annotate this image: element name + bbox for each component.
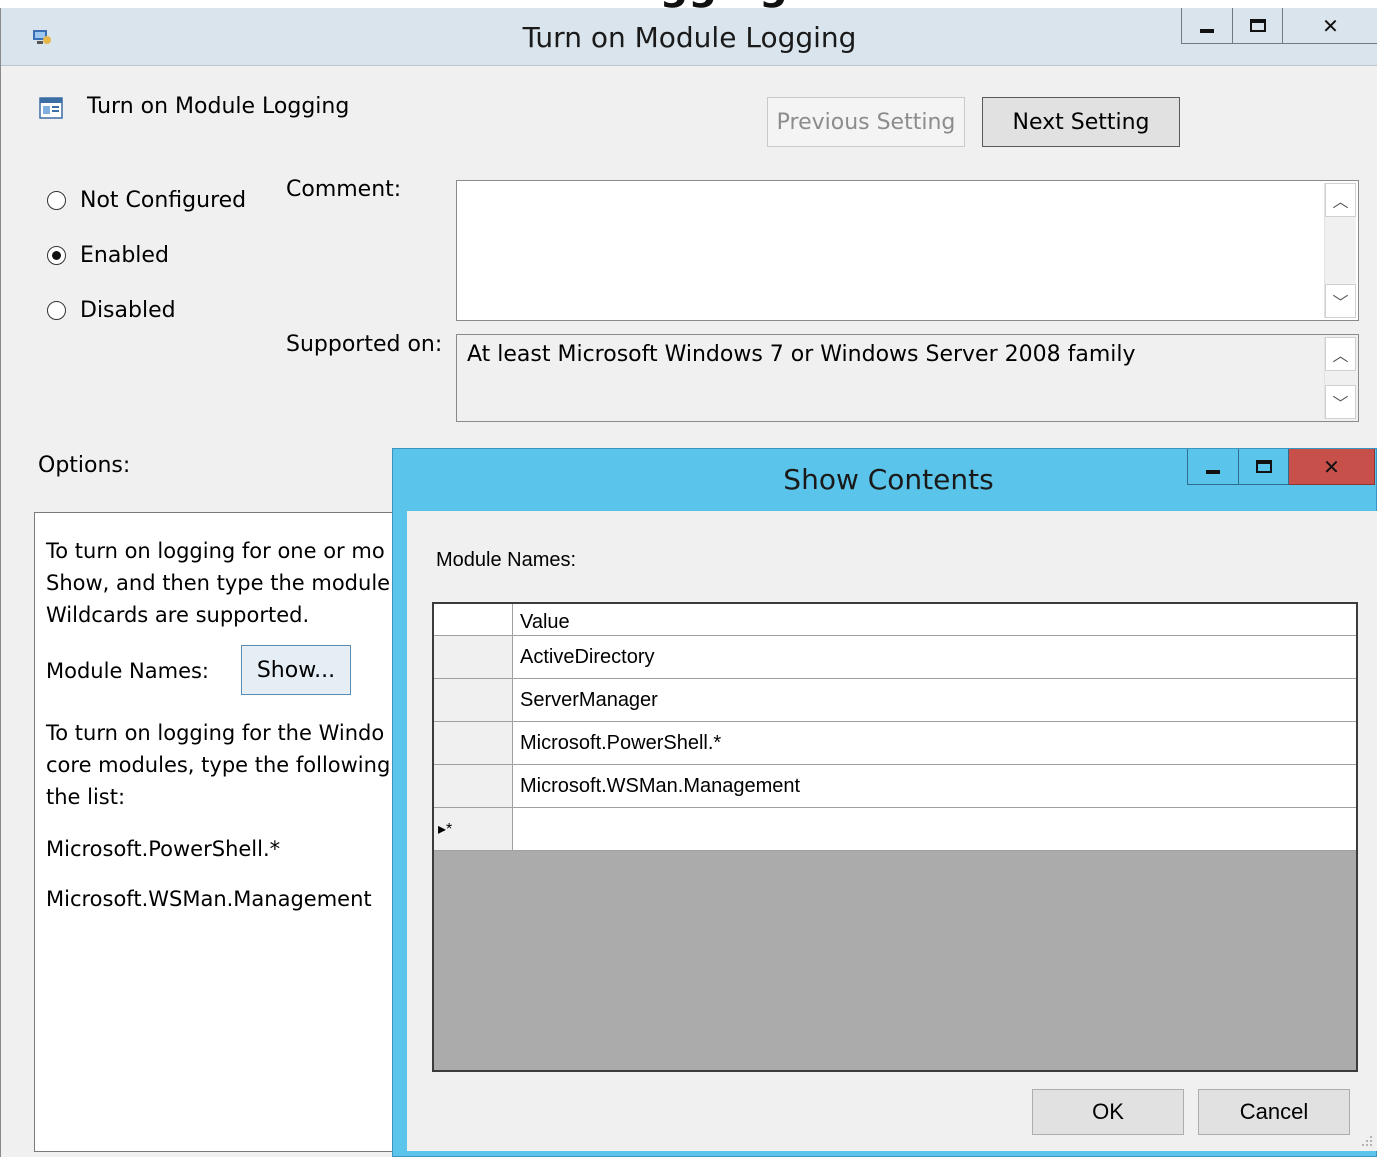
- options-panel: To turn on logging for one or mo Show, a…: [34, 512, 434, 1152]
- scroll-down-icon[interactable]: ﹀: [1325, 284, 1356, 318]
- close-icon: ✕: [1323, 454, 1340, 479]
- module-names-label: Module Names:: [46, 659, 210, 683]
- radio-not-configured[interactable]: Not Configured: [47, 188, 246, 213]
- supported-on-field: At least Microsoft Windows 7 or Windows …: [456, 334, 1359, 422]
- module-names-label: Module Names:: [436, 549, 577, 571]
- table-cell[interactable]: ActiveDirectory: [513, 636, 1356, 679]
- radio-label: Enabled: [80, 243, 169, 268]
- row-header[interactable]: [434, 636, 513, 679]
- options-text: To turn on logging for the Windo: [46, 721, 385, 745]
- supported-scrollbar[interactable]: ︿ ﹀: [1324, 337, 1356, 419]
- radio-label: Not Configured: [80, 188, 247, 213]
- row-header[interactable]: [434, 765, 513, 808]
- radio-circle[interactable]: [47, 191, 66, 210]
- resize-grip-icon[interactable]: [1361, 1135, 1373, 1147]
- main-titlebar[interactable]: Turn on Module Logging ✕: [1, 8, 1377, 66]
- new-row-marker[interactable]: ▸*: [434, 808, 513, 851]
- grid-header: Value: [434, 604, 1356, 636]
- scroll-up-icon[interactable]: ︿: [1325, 183, 1356, 217]
- module-names-grid[interactable]: Value ActiveDirectory ServerManager Micr…: [432, 602, 1358, 1072]
- dialog-maximize-button[interactable]: [1239, 449, 1289, 485]
- comment-scrollbar[interactable]: ︿ ﹀: [1324, 183, 1356, 318]
- policy-setting-icon: [39, 97, 63, 119]
- options-text: core modules, type the following: [46, 753, 391, 777]
- table-row[interactable]: Microsoft.WSMan.Management: [434, 765, 1356, 808]
- radio-disabled[interactable]: Disabled: [47, 298, 176, 323]
- table-row[interactable]: Microsoft.PowerShell.*: [434, 722, 1356, 765]
- previous-setting-button[interactable]: Previous Setting: [767, 97, 965, 147]
- new-row-cell[interactable]: [513, 808, 1356, 851]
- next-setting-button[interactable]: Next Setting: [982, 97, 1180, 147]
- close-button[interactable]: ✕: [1283, 8, 1377, 44]
- options-text: Microsoft.PowerShell.*: [46, 837, 281, 861]
- radio-enabled[interactable]: Enabled: [47, 243, 169, 268]
- comment-textarea[interactable]: ︿ ﹀: [456, 180, 1359, 321]
- supported-on-value: At least Microsoft Windows 7 or Windows …: [467, 342, 1136, 367]
- table-row[interactable]: ActiveDirectory: [434, 636, 1356, 679]
- scroll-down-icon[interactable]: ﹀: [1325, 385, 1356, 419]
- dialog-client-area: Module Names: Value ActiveDirectory Serv…: [407, 511, 1377, 1151]
- scroll-up-icon[interactable]: ︿: [1325, 337, 1356, 371]
- radio-label: Disabled: [80, 298, 176, 323]
- options-text: Show, and then type the module r: [46, 571, 406, 595]
- comment-label: Comment:: [286, 177, 402, 202]
- radio-circle[interactable]: [47, 246, 66, 265]
- options-label: Options:: [38, 453, 131, 478]
- setting-name: Turn on Module Logging: [87, 94, 350, 119]
- cancel-button[interactable]: Cancel: [1198, 1089, 1350, 1135]
- minimize-icon: [1200, 28, 1214, 33]
- maximize-icon: [1249, 19, 1266, 32]
- table-row[interactable]: ServerManager: [434, 679, 1356, 722]
- table-cell[interactable]: Microsoft.WSMan.Management: [513, 765, 1356, 808]
- column-header-value[interactable]: Value: [513, 604, 1356, 636]
- row-header[interactable]: [434, 679, 513, 722]
- supported-on-label: Supported on:: [286, 332, 443, 357]
- table-cell[interactable]: ServerManager: [513, 679, 1356, 722]
- close-icon: ✕: [1322, 13, 1339, 38]
- options-text: Wildcards are supported.: [46, 603, 310, 627]
- radio-selected-dot: [52, 251, 61, 260]
- show-button[interactable]: Show...: [241, 645, 351, 695]
- row-header-corner[interactable]: [434, 604, 513, 636]
- show-contents-dialog: Show Contents ✕ Module Names: Value Acti…: [392, 448, 1377, 1157]
- window-controls: ✕: [1181, 8, 1377, 44]
- cropped-heading: ogging: [540, 0, 880, 8]
- options-text: Microsoft.WSMan.Management: [46, 887, 372, 911]
- table-cell[interactable]: Microsoft.PowerShell.*: [513, 722, 1356, 765]
- minimize-icon: [1206, 469, 1220, 474]
- options-text: To turn on logging for one or mo: [46, 539, 385, 563]
- ok-button[interactable]: OK: [1032, 1089, 1184, 1135]
- new-row[interactable]: ▸*: [434, 808, 1356, 851]
- minimize-button[interactable]: [1181, 8, 1233, 44]
- dialog-close-button[interactable]: ✕: [1289, 449, 1375, 485]
- row-header[interactable]: [434, 722, 513, 765]
- window-title: Turn on Module Logging: [522, 21, 857, 54]
- radio-circle[interactable]: [47, 301, 66, 320]
- maximize-button[interactable]: [1233, 8, 1283, 44]
- dialog-minimize-button[interactable]: [1187, 449, 1239, 485]
- dialog-window-controls: ✕: [1187, 449, 1375, 485]
- maximize-icon: [1255, 460, 1272, 473]
- options-text: the list:: [46, 785, 126, 809]
